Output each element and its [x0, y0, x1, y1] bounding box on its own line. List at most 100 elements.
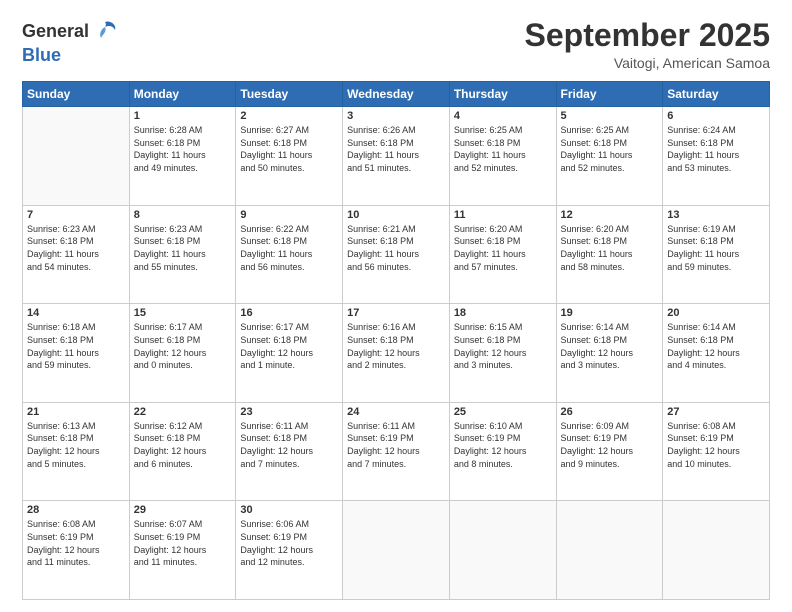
day-info: Sunrise: 6:23 AMSunset: 6:18 PMDaylight:… — [134, 223, 232, 273]
day-info: Sunrise: 6:11 AMSunset: 6:18 PMDaylight:… — [240, 420, 338, 470]
day-info: Sunrise: 6:17 AMSunset: 6:18 PMDaylight:… — [134, 321, 232, 371]
table-row: 21Sunrise: 6:13 AMSunset: 6:18 PMDayligh… — [23, 402, 130, 501]
table-row: 9 Sunrise: 6:22 AMSunset: 6:18 PMDaylight… — [236, 205, 343, 304]
table-row: 30Sunrise: 6:06 AMSunset: 6:19 PMDayligh… — [236, 501, 343, 600]
logo-bird-icon — [91, 18, 119, 46]
day-info: Sunrise: 6:25 AMSunset: 6:18 PMDaylight:… — [561, 124, 659, 174]
day-number: 9 — [240, 209, 338, 221]
day-info: Sunrise: 6:17 AMSunset: 6:18 PMDaylight:… — [240, 321, 338, 371]
table-row: 24 Sunrise: 6:11 AMSunset: 6:19 PMDayligh… — [343, 402, 450, 501]
day-number: 15 — [134, 307, 232, 319]
day-info: Sunrise: 6:22 AMSunset: 6:18 PMDaylight:… — [240, 223, 338, 273]
table-row: 8 Sunrise: 6:23 AMSunset: 6:18 PMDaylight… — [129, 205, 236, 304]
logo: General Blue — [22, 18, 119, 66]
header: General Blue September 2025 Vaitogi, Ame… — [22, 18, 770, 71]
calendar-week-row: 21Sunrise: 6:13 AMSunset: 6:18 PMDayligh… — [23, 402, 770, 501]
day-info: Sunrise: 6:20 AMSunset: 6:18 PMDaylight:… — [454, 223, 552, 273]
day-info: Sunrise: 6:23 AMSunset: 6:18 PMDaylight:… — [27, 223, 125, 273]
table-row: 2 Sunrise: 6:27 AMSunset: 6:18 PMDaylight… — [236, 107, 343, 206]
table-row: 11 Sunrise: 6:20 AMSunset: 6:18 PMDayligh… — [449, 205, 556, 304]
day-number: 16 — [240, 307, 338, 319]
day-number: 30 — [240, 504, 338, 516]
day-info: Sunrise: 6:21 AMSunset: 6:18 PMDaylight:… — [347, 223, 445, 273]
table-row: 25Sunrise: 6:10 AMSunset: 6:19 PMDayligh… — [449, 402, 556, 501]
day-number: 17 — [347, 307, 445, 319]
table-row: 1 Sunrise: 6:28 AMSunset: 6:18 PMDaylight… — [129, 107, 236, 206]
calendar-table: Sunday Monday Tuesday Wednesday Thursday… — [22, 81, 770, 600]
table-row — [449, 501, 556, 600]
day-info: Sunrise: 6:07 AMSunset: 6:19 PMDaylight:… — [134, 518, 232, 568]
day-info: Sunrise: 6:18 AMSunset: 6:18 PMDaylight:… — [27, 321, 125, 371]
day-info: Sunrise: 6:26 AMSunset: 6:18 PMDaylight:… — [347, 124, 445, 174]
day-info: Sunrise: 6:11 AMSunset: 6:19 PMDaylight:… — [347, 420, 445, 470]
table-row: 3Sunrise: 6:26 AMSunset: 6:18 PMDaylight… — [343, 107, 450, 206]
day-number: 18 — [454, 307, 552, 319]
table-row: 12Sunrise: 6:20 AMSunset: 6:18 PMDayligh… — [556, 205, 663, 304]
day-info: Sunrise: 6:15 AMSunset: 6:18 PMDaylight:… — [454, 321, 552, 371]
day-number: 28 — [27, 504, 125, 516]
day-number: 22 — [134, 406, 232, 418]
day-number: 23 — [240, 406, 338, 418]
day-info: Sunrise: 6:27 AMSunset: 6:18 PMDaylight:… — [240, 124, 338, 174]
day-number: 13 — [667, 209, 765, 221]
day-number: 7 — [27, 209, 125, 221]
table-row: 14 Sunrise: 6:18 AMSunset: 6:18 PMDayligh… — [23, 304, 130, 403]
table-row: 28 Sunrise: 6:08 AMSunset: 6:19 PMDayligh… — [23, 501, 130, 600]
day-info: Sunrise: 6:28 AMSunset: 6:18 PMDaylight:… — [134, 124, 232, 174]
table-row: 27Sunrise: 6:08 AMSunset: 6:19 PMDayligh… — [663, 402, 770, 501]
col-sunday: Sunday — [23, 82, 130, 107]
day-number: 19 — [561, 307, 659, 319]
table-row: 7 Sunrise: 6:23 AMSunset: 6:18 PMDaylight… — [23, 205, 130, 304]
location-title: Vaitogi, American Samoa — [525, 55, 770, 71]
day-number: 8 — [134, 209, 232, 221]
table-row — [556, 501, 663, 600]
day-info: Sunrise: 6:16 AMSunset: 6:18 PMDaylight:… — [347, 321, 445, 371]
day-number: 26 — [561, 406, 659, 418]
day-info: Sunrise: 6:24 AMSunset: 6:18 PMDaylight:… — [667, 124, 765, 174]
table-row: 5 Sunrise: 6:25 AMSunset: 6:18 PMDaylight… — [556, 107, 663, 206]
col-saturday: Saturday — [663, 82, 770, 107]
month-title: September 2025 — [525, 18, 770, 53]
day-number: 14 — [27, 307, 125, 319]
day-number: 2 — [240, 110, 338, 122]
day-number: 25 — [454, 406, 552, 418]
logo-general: General — [22, 22, 89, 42]
col-friday: Friday — [556, 82, 663, 107]
calendar-week-row: 7 Sunrise: 6:23 AMSunset: 6:18 PMDaylight… — [23, 205, 770, 304]
day-info: Sunrise: 6:13 AMSunset: 6:18 PMDaylight:… — [27, 420, 125, 470]
col-tuesday: Tuesday — [236, 82, 343, 107]
day-number: 11 — [454, 209, 552, 221]
col-thursday: Thursday — [449, 82, 556, 107]
day-number: 12 — [561, 209, 659, 221]
day-number: 5 — [561, 110, 659, 122]
table-row: 10 Sunrise: 6:21 AMSunset: 6:18 PMDayligh… — [343, 205, 450, 304]
col-monday: Monday — [129, 82, 236, 107]
day-number: 24 — [347, 406, 445, 418]
table-row: 4Sunrise: 6:25 AMSunset: 6:18 PMDaylight… — [449, 107, 556, 206]
day-number: 6 — [667, 110, 765, 122]
day-info: Sunrise: 6:14 AMSunset: 6:18 PMDaylight:… — [667, 321, 765, 371]
page: General Blue September 2025 Vaitogi, Ame… — [0, 0, 792, 612]
logo-blue: Blue — [22, 46, 119, 66]
table-row — [23, 107, 130, 206]
table-row: 23 Sunrise: 6:11 AMSunset: 6:18 PMDayligh… — [236, 402, 343, 501]
table-row: 15 Sunrise: 6:17 AMSunset: 6:18 PMDayligh… — [129, 304, 236, 403]
day-info: Sunrise: 6:12 AMSunset: 6:18 PMDaylight:… — [134, 420, 232, 470]
day-number: 4 — [454, 110, 552, 122]
day-number: 20 — [667, 307, 765, 319]
table-row: 26Sunrise: 6:09 AMSunset: 6:19 PMDayligh… — [556, 402, 663, 501]
calendar-week-row: 1 Sunrise: 6:28 AMSunset: 6:18 PMDaylight… — [23, 107, 770, 206]
table-row: 17 Sunrise: 6:16 AMSunset: 6:18 PMDayligh… — [343, 304, 450, 403]
day-info: Sunrise: 6:08 AMSunset: 6:19 PMDaylight:… — [27, 518, 125, 568]
table-row — [343, 501, 450, 600]
day-info: Sunrise: 6:08 AMSunset: 6:19 PMDaylight:… — [667, 420, 765, 470]
table-row: 19 Sunrise: 6:14 AMSunset: 6:18 PMDayligh… — [556, 304, 663, 403]
day-number: 1 — [134, 110, 232, 122]
day-info: Sunrise: 6:14 AMSunset: 6:18 PMDaylight:… — [561, 321, 659, 371]
table-row: 20 Sunrise: 6:14 AMSunset: 6:18 PMDayligh… — [663, 304, 770, 403]
calendar-week-row: 28 Sunrise: 6:08 AMSunset: 6:19 PMDayligh… — [23, 501, 770, 600]
table-row: 6 Sunrise: 6:24 AMSunset: 6:18 PMDaylight… — [663, 107, 770, 206]
day-number: 10 — [347, 209, 445, 221]
table-row — [663, 501, 770, 600]
calendar-header-row: Sunday Monday Tuesday Wednesday Thursday… — [23, 82, 770, 107]
